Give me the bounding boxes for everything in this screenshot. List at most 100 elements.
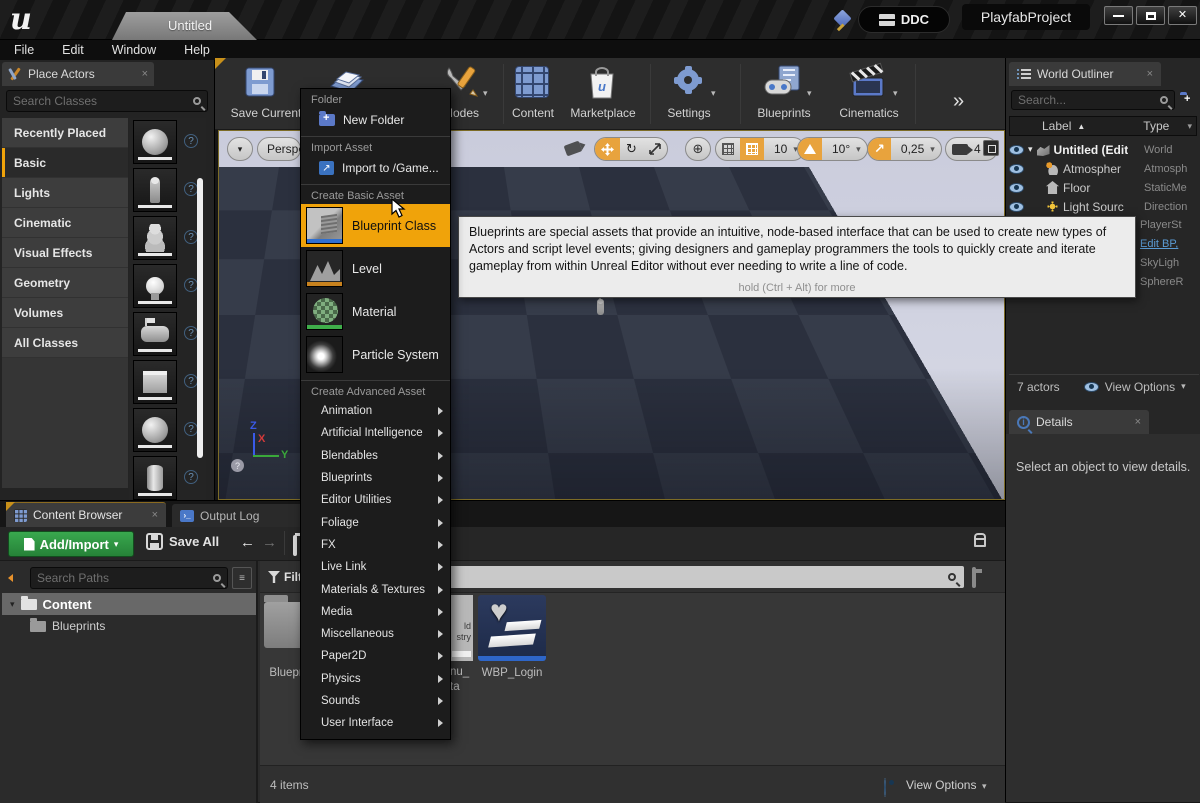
outliner-row-light-source[interactable]: Light Sourc Direction [1009,197,1199,216]
expand-arrow-icon[interactable]: ▾ [1028,144,1033,155]
visibility-eye-icon[interactable] [1009,202,1024,212]
asset-thumb-empty-actor[interactable] [133,120,177,164]
asset-thumb-pawn[interactable] [133,216,177,260]
rotate-tool-button[interactable]: ↻ [620,138,643,160]
scrollbar-thumb[interactable] [197,178,203,458]
asset-thumb-sphere[interactable] [133,408,177,452]
close-icon[interactable]: × [1135,416,1141,428]
blueprints-button[interactable]: Blueprints [749,106,819,120]
menu-item-miscellaneous[interactable]: Miscellaneous [301,623,450,645]
outliner-row-untitled[interactable]: ▾ Untitled (Edit World [1009,140,1199,159]
menu-window[interactable]: Window [112,43,156,57]
viewport-options-button[interactable]: ▾ [227,137,253,161]
save-current-button[interactable]: Save Current [221,106,311,120]
outliner-row-floor[interactable]: Floor StaticMe [1009,178,1199,197]
outliner-search-box[interactable] [1011,90,1175,110]
unlock-icon[interactable] [974,538,986,547]
column-filter-icon[interactable]: ▾ [1187,121,1192,132]
add-import-button[interactable]: Add/Import ▾ [8,531,134,557]
cinematics-icon[interactable] [847,62,889,100]
place-actors-tab[interactable]: Place Actors × [2,62,154,86]
category-all-classes[interactable]: All Classes [2,328,128,358]
settings-gear-icon[interactable] [677,69,699,91]
ddc-status-button[interactable]: DDC [858,6,950,33]
tree-item-blueprints[interactable]: Blueprints [2,616,256,636]
settings-button[interactable]: Settings [659,106,719,120]
level-tab[interactable]: Untitled [112,12,257,40]
visibility-eye-icon[interactable] [1009,145,1024,155]
menu-item-live-link[interactable]: Live Link [301,556,450,578]
category-geometry[interactable]: Geometry [2,268,128,298]
search-classes-box[interactable] [6,90,208,112]
surface-snap-button[interactable] [716,138,740,160]
category-recently-placed[interactable]: Recently Placed [2,118,128,148]
search-paths-box[interactable] [30,567,228,589]
save-search-icon[interactable] [972,567,976,588]
menu-item-import-to-game[interactable]: ↗ Import to /Game... [301,156,450,180]
menu-item-new-folder[interactable]: New Folder [301,108,450,132]
forward-button[interactable]: → [262,534,277,551]
save-current-icon[interactable] [243,66,277,98]
asset-thumb-point-light[interactable] [133,264,177,308]
back-button[interactable]: ← [240,534,255,551]
menu-item-editor-utilities[interactable]: Editor Utilities [301,489,450,511]
toolbar-overflow-chevron[interactable]: » [953,90,964,113]
visibility-eye-icon[interactable] [1009,183,1024,193]
label-column-header[interactable]: Label [1042,119,1071,133]
grid-snap-toggle[interactable] [740,138,764,160]
close-icon[interactable]: × [152,509,158,521]
scale-tool-button[interactable] [643,138,667,160]
maximize-button[interactable] [1136,6,1165,25]
content-icon[interactable] [515,66,549,98]
category-volumes[interactable]: Volumes [2,298,128,328]
world-local-toggle[interactable]: ⊕ [685,137,711,161]
path-folder-icon[interactable] [293,535,297,556]
blueprints-icon[interactable] [763,64,803,100]
viewport-camera-button[interactable]: Perspective [257,137,301,161]
viewport-maximize-button[interactable] [983,140,999,156]
category-cinematic[interactable]: Cinematic [2,208,128,238]
menu-item-animation[interactable]: Animation [301,400,450,422]
rotation-snap-toggle[interactable] [798,138,822,160]
menu-edit[interactable]: Edit [62,43,84,57]
expand-arrow-icon[interactable]: ▾ [10,599,15,610]
cinematics-button[interactable]: Cinematics [833,106,905,120]
asset-thumb-cylinder[interactable] [133,456,177,500]
details-tab[interactable]: i Details × [1009,410,1149,434]
menu-item-media[interactable]: Media [301,601,450,623]
path-view-options-button[interactable]: ≡ [232,567,252,589]
menu-item-fx[interactable]: FX [301,534,450,556]
menu-item-material[interactable]: Material [301,290,450,333]
tree-item-content[interactable]: ▾ Content [2,593,256,615]
category-basic[interactable]: Basic [2,148,128,178]
menu-help[interactable]: Help [184,43,210,57]
outliner-search-input[interactable] [1018,93,1160,107]
minimize-button[interactable] [1104,6,1133,25]
output-log-tab[interactable]: ›_ Output Log × [172,504,314,527]
asset-thumb-player-start[interactable] [133,312,177,356]
menu-item-blueprints[interactable]: Blueprints [301,467,450,489]
scale-snap-toggle[interactable]: ↗ [868,138,891,160]
category-visual-effects[interactable]: Visual Effects [2,238,128,268]
asset-thumb-cube[interactable] [133,360,177,404]
menu-item-physics[interactable]: Physics [301,668,450,690]
asset-data-thumbnail[interactable]: ld stry [450,595,473,661]
asset-thumb-character[interactable] [133,168,177,212]
save-all-button[interactable]: Save All [146,533,219,550]
menu-item-blueprint-class[interactable]: Blueprint Class [301,204,450,247]
search-classes-input[interactable] [13,94,193,108]
menu-item-paper2d[interactable]: Paper2D [301,645,450,667]
marketplace-button[interactable]: Marketplace [567,106,639,120]
menu-item-blendables[interactable]: Blendables [301,445,450,467]
content-browser-tab[interactable]: Content Browser × [6,502,166,527]
category-lights[interactable]: Lights [2,178,128,208]
move-tool-button[interactable] [595,138,620,160]
menu-item-materials-textures[interactable]: Materials & Textures [301,578,450,600]
marketplace-icon[interactable]: u [587,64,617,100]
type-column-header[interactable]: Type [1143,119,1169,133]
visibility-eye-icon[interactable] [1009,164,1024,174]
outliner-row-atmosphere[interactable]: Atmospher Atmosph [1009,159,1199,178]
menu-item-level[interactable]: Level [301,247,450,290]
asset-wbp-login-thumbnail[interactable]: ♥ [478,595,546,661]
menu-item-sounds[interactable]: Sounds [301,690,450,712]
